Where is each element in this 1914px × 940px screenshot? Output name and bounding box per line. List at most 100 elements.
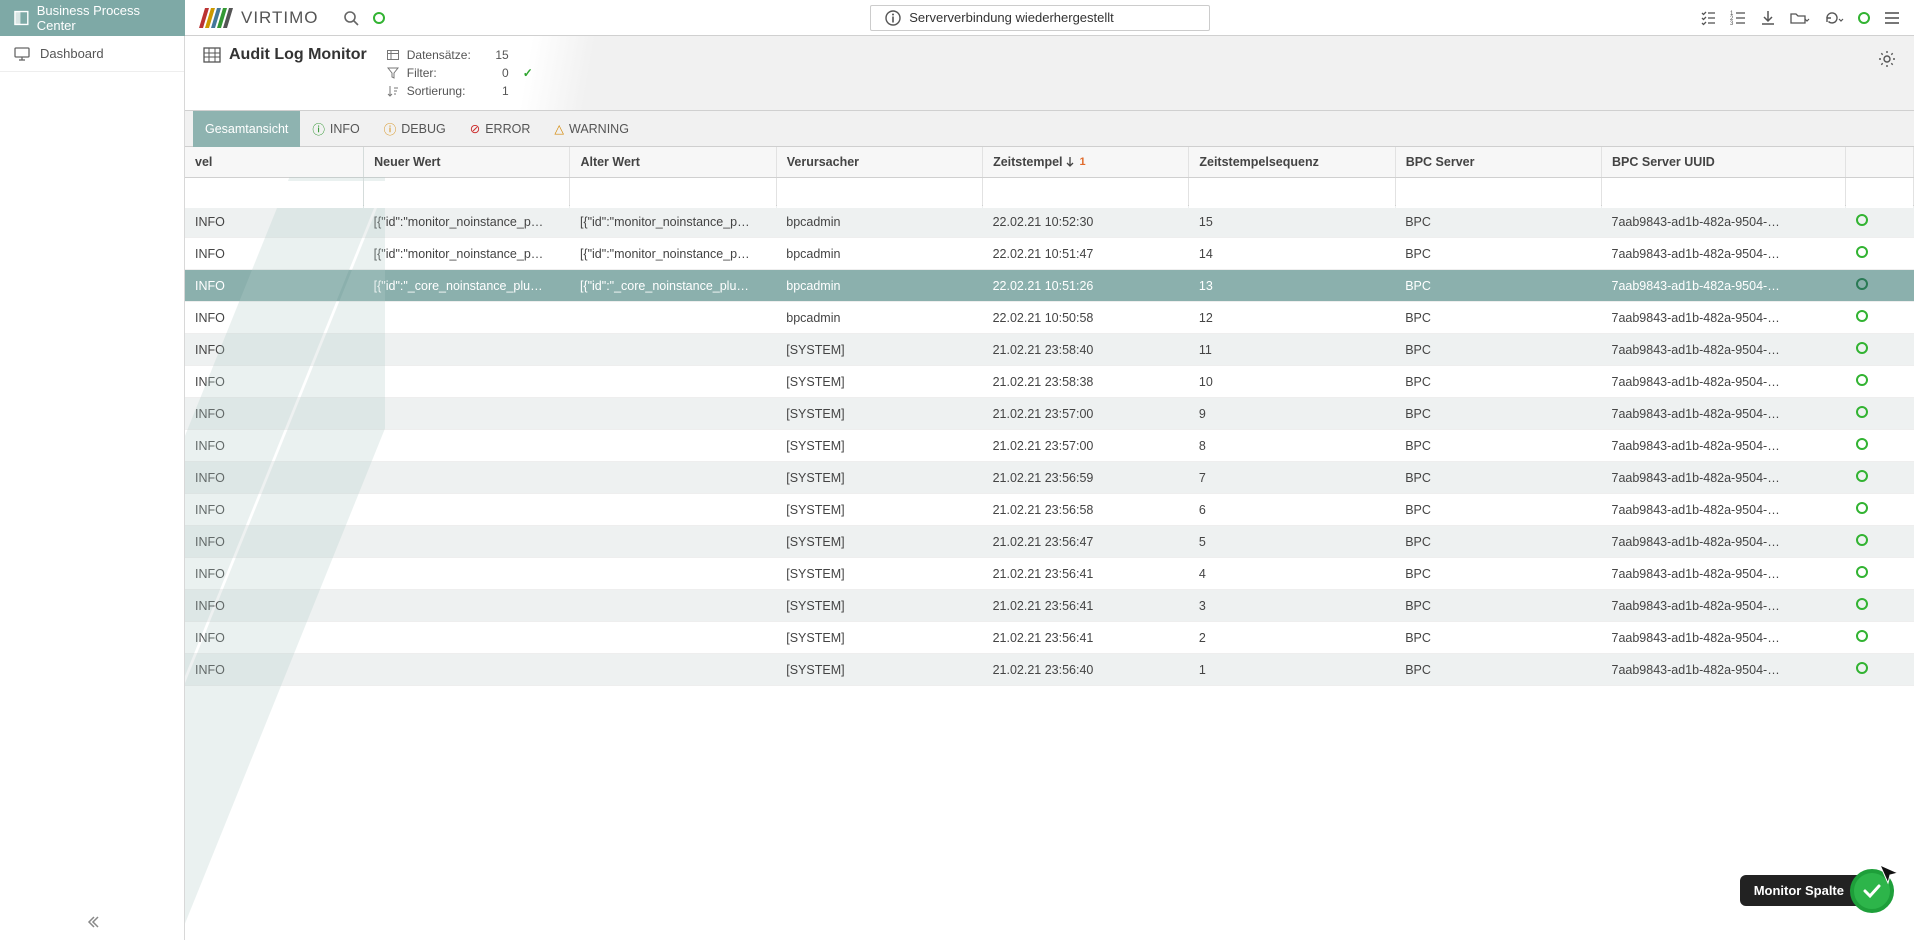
col-header-old-value[interactable]: Alter Wert	[570, 147, 776, 178]
status-ok-icon	[1856, 534, 1868, 546]
filter-input-ts-seq[interactable]	[1195, 188, 1388, 202]
gear-icon	[1878, 50, 1896, 68]
cell-uuid: 7aab9843-ad1b-482a-9504-…	[1602, 526, 1846, 558]
status-ok-icon	[1856, 566, 1868, 578]
cell-new-value	[364, 494, 570, 526]
cell-ts-seq: 4	[1189, 558, 1395, 590]
cell-server: BPC	[1395, 366, 1601, 398]
tab-warning[interactable]: △WARNING	[542, 111, 641, 147]
tooltip-text: Monitor Spalte	[1754, 883, 1844, 898]
table-row[interactable]: INFO[SYSTEM]21.02.21 23:58:4011BPC7aab98…	[185, 334, 1914, 366]
cell-level: INFO	[185, 590, 364, 622]
cell-status	[1846, 302, 1914, 334]
hamburger-menu-icon[interactable]	[1884, 10, 1900, 26]
cell-old-value	[570, 654, 776, 686]
table-row[interactable]: INFO[SYSTEM]21.02.21 23:56:412BPC7aab984…	[185, 622, 1914, 654]
status-ok-icon	[1856, 374, 1868, 386]
cell-level: INFO	[185, 206, 364, 238]
refresh-dropdown-icon[interactable]	[1824, 10, 1844, 26]
table-row[interactable]: INFO[{"id":"monitor_noinstance_p…[{"id":…	[185, 206, 1914, 238]
cell-ts-seq: 2	[1189, 622, 1395, 654]
col-header-ts-sequence[interactable]: Zeitstempelsequenz	[1189, 147, 1395, 178]
col-header-status[interactable]	[1846, 147, 1914, 178]
filter-input-old-value[interactable]	[576, 188, 769, 202]
checklist-icon[interactable]	[1700, 10, 1716, 26]
tab-error[interactable]: ⊘ERROR	[458, 111, 543, 147]
status-ok-icon	[1856, 598, 1868, 610]
cell-uuid: 7aab9843-ad1b-482a-9504-…	[1602, 238, 1846, 270]
app-logo-icon	[14, 10, 29, 26]
table-row[interactable]: INFO[{"id":"monitor_noinstance_p…[{"id":…	[185, 238, 1914, 270]
cell-ts-seq: 9	[1189, 398, 1395, 430]
records-label: Datensätze:	[407, 46, 483, 64]
cell-uuid: 7aab9843-ad1b-482a-9504-…	[1602, 462, 1846, 494]
settings-button[interactable]	[1860, 36, 1914, 85]
cell-timestamp: 21.02.21 23:56:59	[983, 462, 1189, 494]
cell-status	[1846, 206, 1914, 238]
app-title: Business Process Center	[37, 3, 171, 33]
col-header-server[interactable]: BPC Server	[1395, 147, 1601, 178]
col-header-originator[interactable]: Verursacher	[776, 147, 982, 178]
cell-old-value	[570, 430, 776, 462]
col-header-level[interactable]: vel	[185, 147, 364, 178]
folder-dropdown-icon[interactable]	[1790, 10, 1810, 26]
cell-originator: [SYSTEM]	[776, 398, 982, 430]
sort-value: 1	[491, 82, 509, 100]
table-row[interactable]: INFO[{"id":"_core_noinstance_plu…[{"id":…	[185, 270, 1914, 302]
table-row[interactable]: INFO[SYSTEM]21.02.21 23:56:586BPC7aab984…	[185, 494, 1914, 526]
table-row[interactable]: INFO[SYSTEM]21.02.21 23:58:3810BPC7aab98…	[185, 366, 1914, 398]
table-row[interactable]: INFO[SYSTEM]21.02.21 23:56:414BPC7aab984…	[185, 558, 1914, 590]
cell-ts-seq: 5	[1189, 526, 1395, 558]
filter-label: Filter:	[407, 64, 483, 82]
sidebar-collapse-icon[interactable]	[85, 915, 99, 932]
cell-status	[1846, 398, 1914, 430]
table-row[interactable]: INFObpcadmin22.02.21 10:50:5812BPC7aab98…	[185, 302, 1914, 334]
download-icon[interactable]	[1760, 10, 1776, 26]
info-icon	[885, 10, 901, 26]
cell-uuid: 7aab9843-ad1b-482a-9504-…	[1602, 398, 1846, 430]
numbered-list-icon[interactable]: 123	[1730, 10, 1746, 26]
tooltip-badge: Monitor Spalte	[1740, 875, 1884, 906]
tab-debug[interactable]: ⓘDEBUG	[372, 111, 458, 147]
cell-uuid: 7aab9843-ad1b-482a-9504-…	[1602, 590, 1846, 622]
col-header-new-value[interactable]: Neuer Wert	[364, 147, 570, 178]
table-row[interactable]: INFO[SYSTEM]21.02.21 23:56:413BPC7aab984…	[185, 590, 1914, 622]
col-header-uuid[interactable]: BPC Server UUID	[1602, 147, 1846, 178]
filter-input-uuid[interactable]	[1608, 188, 1839, 202]
tab-overall[interactable]: Gesamtansicht	[193, 111, 300, 147]
main-header: Audit Log Monitor Datensätze: 15 Filter:…	[185, 36, 1914, 111]
cell-level: INFO	[185, 238, 364, 270]
filter-input-timestamp[interactable]	[989, 188, 1182, 202]
cell-server: BPC	[1395, 398, 1601, 430]
cell-uuid: 7aab9843-ad1b-482a-9504-…	[1602, 430, 1846, 462]
cell-level: INFO	[185, 366, 364, 398]
table-row[interactable]: INFO[SYSTEM]21.02.21 23:56:401BPC7aab984…	[185, 654, 1914, 686]
table-row[interactable]: INFO[SYSTEM]21.02.21 23:56:597BPC7aab984…	[185, 462, 1914, 494]
cell-timestamp: 21.02.21 23:58:38	[983, 366, 1189, 398]
filter-input-originator[interactable]	[783, 188, 976, 202]
notification-text: Serververbindung wiederhergestellt	[909, 10, 1114, 25]
filter-input-level[interactable]	[191, 188, 357, 202]
filter-input-new-value[interactable]	[370, 188, 563, 202]
col-header-timestamp[interactable]: Zeitstempel 1	[983, 147, 1189, 178]
search-icon[interactable]	[343, 10, 359, 26]
table-row[interactable]: INFO[SYSTEM]21.02.21 23:56:475BPC7aab984…	[185, 526, 1914, 558]
table-row[interactable]: INFO[SYSTEM]21.02.21 23:57:008BPC7aab984…	[185, 430, 1914, 462]
tab-info[interactable]: ⓘINFO	[300, 111, 371, 147]
cell-old-value: [{"id":"monitor_noinstance_p…	[570, 238, 776, 270]
cell-level: INFO	[185, 398, 364, 430]
cell-level: INFO	[185, 558, 364, 590]
cell-new-value	[364, 654, 570, 686]
info-level-icon: ⓘ	[312, 119, 325, 138]
sidebar-item-dashboard[interactable]: Dashboard	[0, 36, 184, 72]
cell-new-value: [{"id":"_core_noinstance_plu…	[364, 270, 570, 302]
filter-input-server[interactable]	[1402, 188, 1595, 202]
cell-new-value	[364, 334, 570, 366]
filter-ok-icon: ✓	[523, 64, 533, 82]
cell-timestamp: 21.02.21 23:56:58	[983, 494, 1189, 526]
cell-timestamp: 21.02.21 23:56:41	[983, 622, 1189, 654]
cell-new-value	[364, 398, 570, 430]
data-grid[interactable]: vel Neuer Wert Alter Wert Verursacher Ze…	[185, 147, 1914, 940]
table-row[interactable]: INFO[SYSTEM]21.02.21 23:57:009BPC7aab984…	[185, 398, 1914, 430]
status-ok-icon	[1856, 310, 1868, 322]
